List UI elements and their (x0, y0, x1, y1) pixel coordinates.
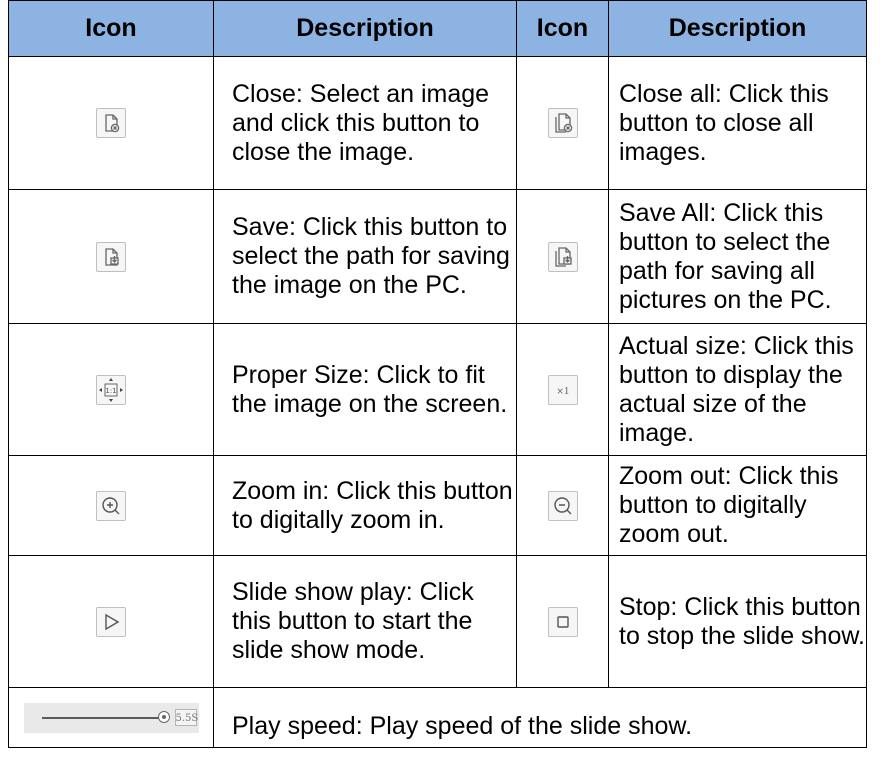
table-row: Save: Click this button to select the pa… (8, 189, 867, 324)
icon-cell: 1:1 (8, 323, 214, 456)
icon-cell: 5.5S (8, 687, 214, 748)
play-speed-slider[interactable]: 5.5S (23, 702, 199, 733)
table-row: Zoom in: Click this button to digitally … (8, 455, 867, 556)
icon-cell: ×1 (516, 323, 609, 456)
icon-cell (516, 56, 609, 190)
description-cell: Save All: Click this button to select th… (608, 189, 867, 324)
header-icon-2: Icon (516, 0, 609, 57)
icon-cell (516, 555, 609, 688)
header-icon: Icon (8, 0, 214, 57)
icon-cell (516, 189, 609, 324)
actual-size-icon[interactable]: ×1 (547, 374, 578, 405)
description-cell: Actual size: Click this button to displa… (608, 323, 867, 456)
table-row: Slide show play: Click this button to st… (8, 555, 867, 688)
description-cell: Zoom in: Click this button to digitally … (213, 455, 517, 556)
play-icon[interactable] (96, 606, 126, 637)
icon-cell (8, 555, 214, 688)
description-cell: Close all: Click this button to close al… (608, 56, 867, 190)
save-icon[interactable] (96, 241, 126, 272)
table-row: Close: Select an image and click this bu… (8, 56, 867, 190)
close-all-icon[interactable] (547, 108, 578, 138)
header-description-2: Description (608, 0, 867, 57)
proper-size-icon[interactable]: 1:1 (96, 374, 126, 405)
stop-icon[interactable] (547, 606, 578, 637)
description-cell: Save: Click this button to select the pa… (213, 189, 517, 324)
description-cell: Zoom out: Click this button to digitally… (608, 455, 867, 556)
description-cell: Play speed: Play speed of the slide show… (213, 687, 867, 748)
zoom-out-icon[interactable] (547, 490, 578, 521)
icon-cell (516, 455, 609, 556)
proper-size-label: 1:1 (105, 387, 116, 395)
table-header-row: Icon Description Icon Description (8, 0, 867, 57)
save-all-icon[interactable] (547, 241, 578, 272)
table-row: 1:1 Proper Size: Click to fit the image … (8, 323, 867, 456)
icon-description-table: Icon Description Icon Description Close:… (8, 0, 867, 748)
header-description: Description (213, 0, 517, 57)
icon-cell (8, 455, 214, 556)
table-row: 5.5S Play speed: Play speed of the slide… (8, 687, 867, 748)
description-cell: Proper Size: Click to fit the image on t… (213, 323, 517, 456)
close-icon[interactable] (96, 108, 126, 138)
zoom-in-icon[interactable] (96, 490, 126, 521)
slider-track (41, 716, 160, 719)
actual-size-label: ×1 (556, 387, 569, 397)
icon-cell (8, 56, 214, 190)
slider-handle[interactable] (157, 710, 170, 723)
icon-cell (8, 189, 214, 324)
description-cell: Close: Select an image and click this bu… (213, 56, 517, 190)
description-cell: Stop: Click this button to stop the slid… (608, 555, 867, 688)
speed-value: 5.5S (174, 708, 198, 726)
description-cell: Slide show play: Click this button to st… (213, 555, 517, 688)
